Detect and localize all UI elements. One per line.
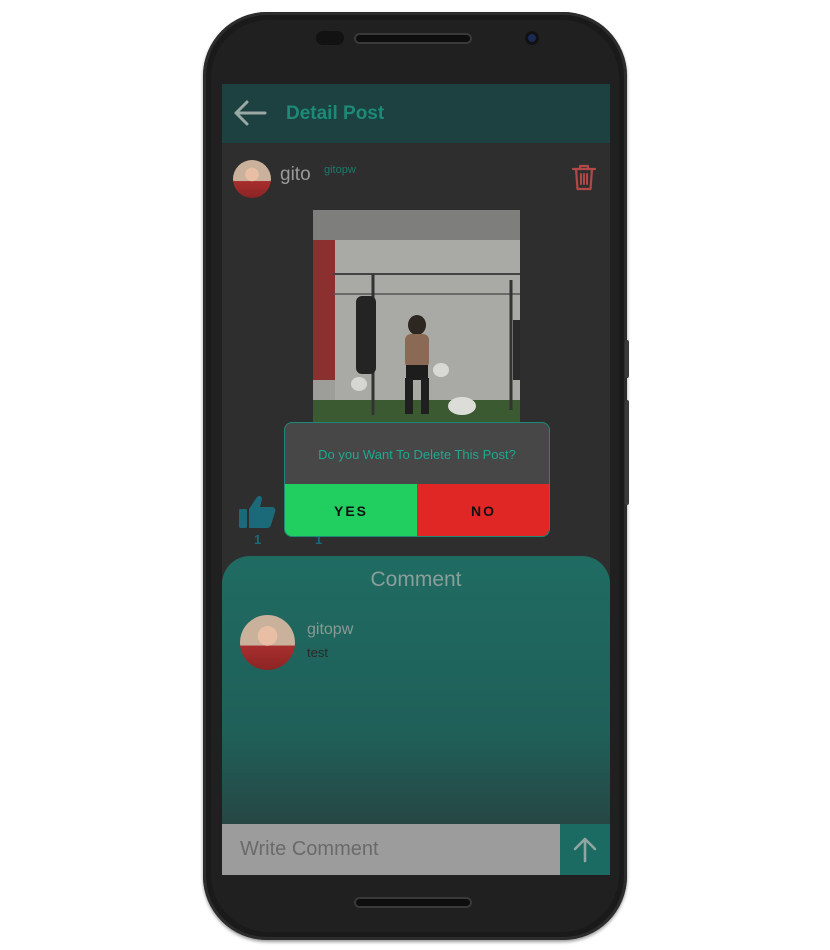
power-button [625, 400, 629, 505]
post-author-avatar[interactable] [233, 160, 271, 198]
app-bar: Detail Post [222, 84, 610, 143]
volume-button [625, 340, 629, 378]
comment-username[interactable]: gitopw [307, 621, 353, 639]
post-username[interactable]: gito [280, 164, 311, 186]
comment-text: test [307, 645, 328, 660]
proximity-sensor [316, 31, 344, 45]
dialog-message: Do you Want To Delete This Post? [318, 447, 516, 462]
like-count: 1 [254, 532, 262, 547]
no-button[interactable]: NO [417, 484, 549, 536]
delete-confirm-dialog: Do you Want To Delete This Post? YES NO [284, 422, 550, 537]
comment-avatar[interactable] [240, 615, 295, 670]
comment-input[interactable] [222, 824, 560, 875]
comment-heading: Comment [370, 568, 462, 591]
bottom-speaker [354, 897, 472, 908]
post-handle: gitopw [324, 164, 356, 176]
comment-input-bar [222, 824, 560, 875]
trash-icon[interactable] [571, 163, 597, 191]
arrow-up-icon [573, 837, 597, 862]
front-camera [525, 31, 539, 45]
yes-button[interactable]: YES [285, 484, 417, 536]
post-photo [313, 210, 520, 422]
earpiece-speaker [354, 33, 472, 44]
send-button[interactable] [560, 824, 610, 875]
thumbs-up-icon[interactable] [238, 494, 276, 530]
arrow-left-icon[interactable] [232, 98, 268, 128]
page-title: Detail Post [286, 103, 385, 124]
